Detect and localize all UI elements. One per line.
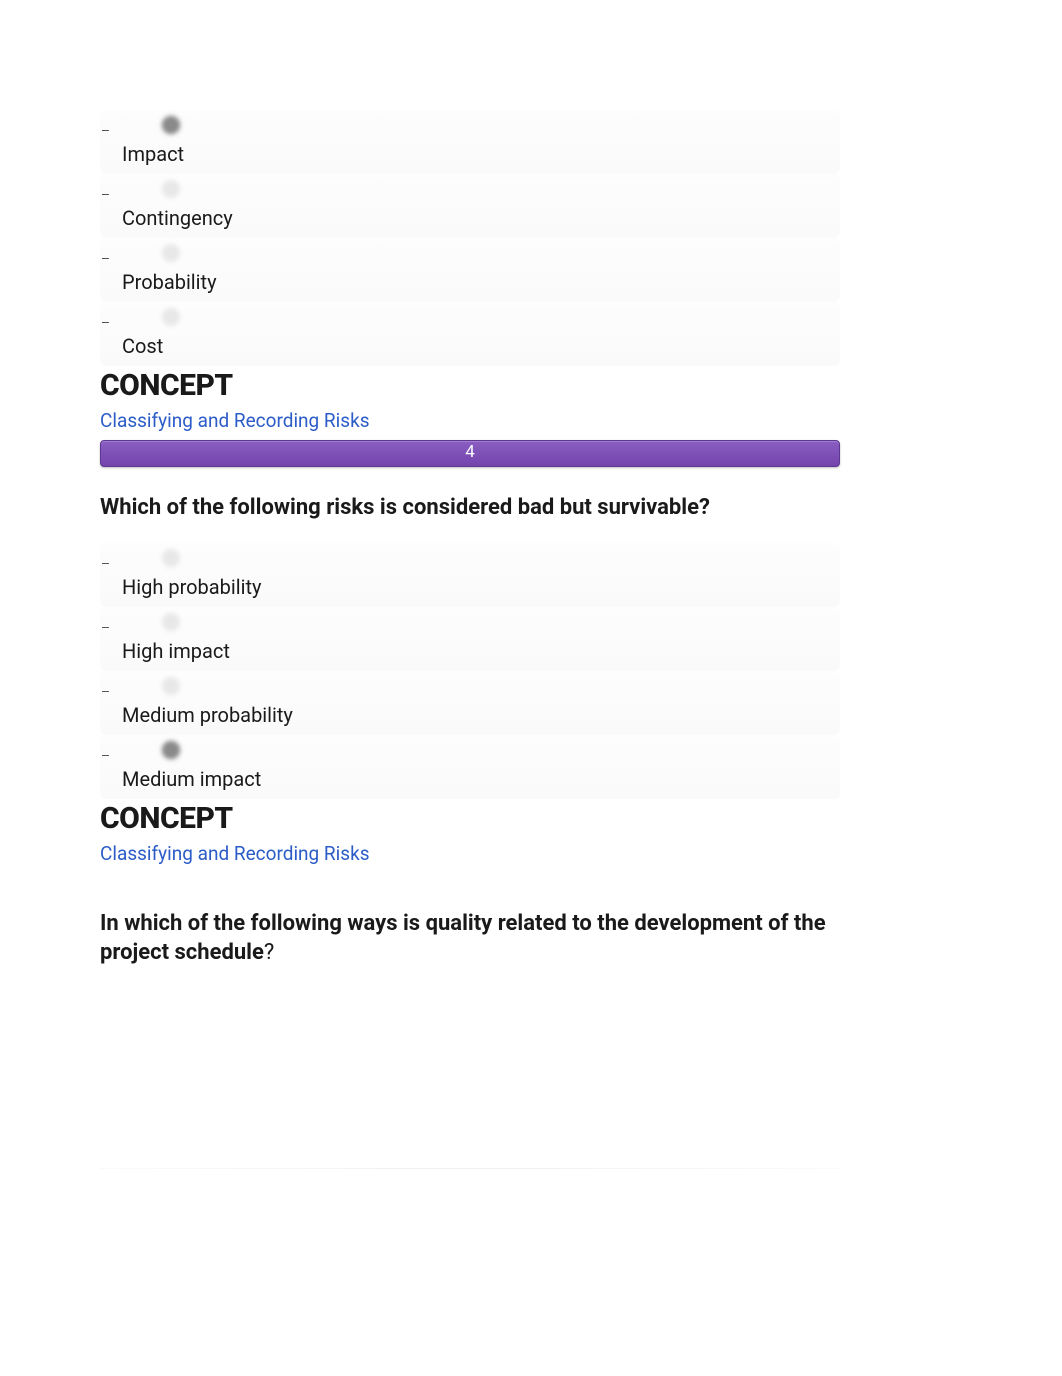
- option-label: Medium impact: [122, 765, 838, 793]
- option-label: Contingency: [122, 204, 838, 232]
- page-content: ⎯ Impact ⎯ Contingency ⎯ Probability ⎯: [100, 110, 840, 1169]
- option-row[interactable]: ⎯ High probability: [100, 543, 840, 607]
- radio-indicator: [162, 613, 180, 631]
- option-row[interactable]: ⎯ High impact: [100, 607, 840, 671]
- list-marker: ⎯: [102, 248, 122, 269]
- radio-indicator: [162, 244, 180, 262]
- option-row[interactable]: ⎯ Impact: [100, 110, 840, 174]
- list-marker: ⎯: [102, 552, 122, 573]
- question-prompt-bold: In which of the following ways is qualit…: [100, 911, 826, 966]
- radio-indicator: [162, 677, 180, 695]
- question1-options: ⎯ Impact ⎯ Contingency ⎯ Probability ⎯: [100, 110, 840, 366]
- option-row[interactable]: ⎯ Contingency: [100, 174, 840, 238]
- list-marker: ⎯: [102, 744, 122, 765]
- concept-heading: CONCEPT: [100, 368, 840, 403]
- option-row[interactable]: ⎯ Medium impact: [100, 735, 840, 799]
- question2-options: ⎯ High probability ⎯ High impact ⎯ Mediu…: [100, 543, 840, 799]
- option-label: High impact: [122, 637, 838, 665]
- option-label: Medium probability: [122, 701, 838, 729]
- concept-link[interactable]: Classifying and Recording Risks: [100, 842, 370, 865]
- concept-heading: CONCEPT: [100, 801, 840, 836]
- radio-indicator: [162, 549, 180, 567]
- option-label: Impact: [122, 140, 838, 168]
- list-marker: ⎯: [102, 680, 122, 701]
- question-number-bar: 4: [100, 440, 840, 467]
- radio-indicator: [162, 308, 180, 326]
- radio-indicator-selected: [162, 741, 180, 759]
- question-prompt: In which of the following ways is qualit…: [100, 909, 840, 968]
- question-prompt: Which of the following risks is consider…: [100, 493, 840, 523]
- list-marker: ⎯: [102, 616, 122, 637]
- spacer: [100, 873, 840, 909]
- option-label: Cost: [122, 332, 838, 360]
- list-marker: ⎯: [102, 120, 122, 141]
- option-row[interactable]: ⎯ Cost: [100, 302, 840, 366]
- option-label: Probability: [122, 268, 838, 296]
- list-marker: ⎯: [102, 184, 122, 205]
- radio-indicator-selected: [162, 116, 180, 134]
- option-row[interactable]: ⎯ Medium probability: [100, 671, 840, 735]
- divider-line: [100, 1168, 840, 1169]
- option-row[interactable]: ⎯ Probability: [100, 238, 840, 302]
- list-marker: ⎯: [102, 312, 122, 333]
- radio-indicator: [162, 180, 180, 198]
- option-label: High probability: [122, 573, 838, 601]
- question-prompt-tail: ?: [264, 940, 274, 965]
- concept-link[interactable]: Classifying and Recording Risks: [100, 409, 370, 432]
